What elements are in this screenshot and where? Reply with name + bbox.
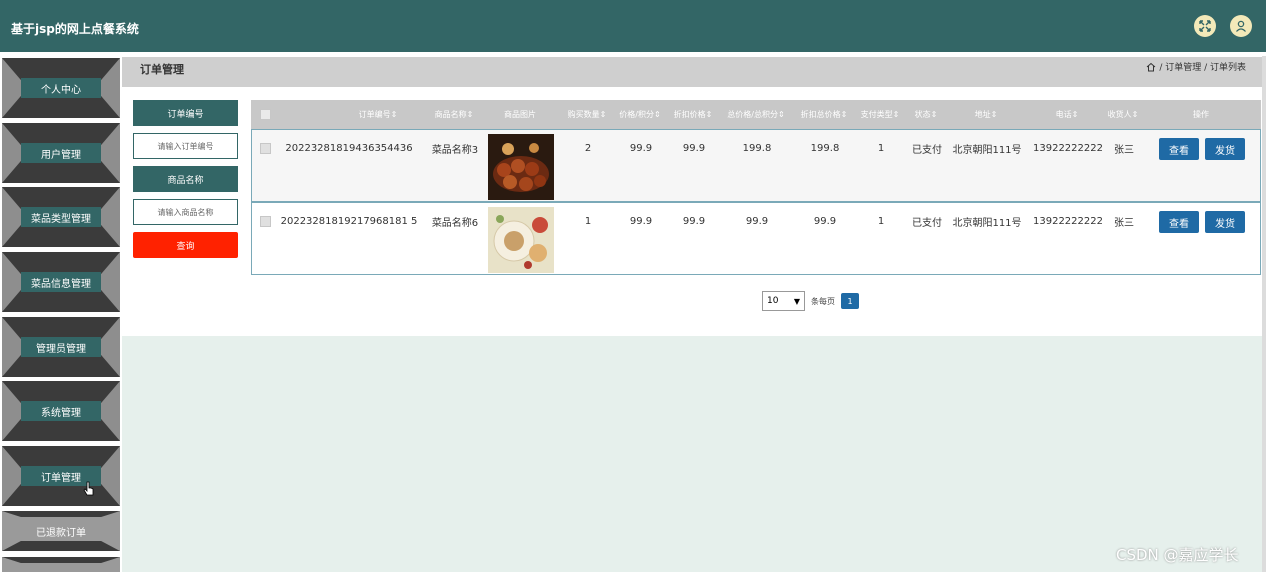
breadcrumb-path[interactable]: / 订单管理 / 订单列表 (1159, 60, 1246, 73)
address-cell: 北京朝阳111号 (952, 217, 1022, 229)
dish-name-cell: 菜品名称6 (431, 217, 479, 229)
breadcrumb: / 订单管理 / 订单列表 (1146, 60, 1246, 73)
pagination: 10 ▼ 条每页 1 (762, 291, 859, 311)
orders-table: 订单编号 ⇕ 商品名称 ⇕ 商品图片 购买数量 ⇕ 价格/积分 ⇕ 折扣价格 ⇕ 总价格/… (251, 100, 1261, 275)
row-checkbox[interactable] (260, 143, 271, 154)
page-number-button[interactable]: 1 (841, 293, 859, 309)
qty-cell: 1 (584, 215, 592, 227)
search-button[interactable]: 查询 (133, 232, 238, 258)
dish-name-label: 商品名称 (133, 166, 238, 192)
dish-name-cell: 菜品名称3 (431, 144, 479, 156)
order-no-cell: 20223281819436354436 (285, 142, 413, 154)
discount-price-cell: 99.9 (682, 142, 706, 154)
status-cell: 已支付 (912, 144, 942, 156)
row-checkbox[interactable] (260, 216, 271, 227)
sidebar-item-label: 系统管理 (21, 401, 101, 421)
table-row: 20223281819217968181 5 菜品名称6 1 99.9 99.9… (251, 202, 1261, 275)
col-header[interactable]: 支付类型 ⇕ (856, 100, 904, 129)
col-header[interactable]: 地址 ⇕ (951, 100, 1021, 129)
pay-type-cell: 1 (877, 142, 885, 154)
col-header[interactable]: 收货人 ⇕ (1101, 100, 1145, 129)
content-background (122, 336, 1266, 572)
per-page-label: 条每页 (811, 296, 835, 306)
sidebar-item-dish-info-management[interactable]: 菜品信息管理 (2, 252, 120, 312)
pay-type-cell: 1 (877, 215, 885, 227)
col-header: 操作 (1193, 110, 1209, 119)
sidebar-item-order-management[interactable]: 订单管理 (2, 446, 120, 506)
col-header[interactable]: 价格/积分 ⇕ (613, 100, 667, 129)
chevron-down-icon: ▼ (793, 296, 800, 306)
order-no-label: 订单编号 (133, 100, 238, 126)
sidebar-item-system-management[interactable]: 系统管理 (2, 381, 120, 441)
home-icon[interactable] (1146, 62, 1156, 72)
col-header[interactable]: 购买数量 ⇕ (561, 100, 613, 129)
phone-cell: 13922222222 (1033, 142, 1103, 154)
app-title: 基于jsp的网上点餐系统 (11, 22, 139, 36)
address-cell: 北京朝阳111号 (952, 144, 1022, 156)
receiver-cell: 张三 (1114, 144, 1134, 156)
sidebar: 个人中心 用户管理 菜品类型管理 菜品信息管理 管理员管理 系统管理 订单管理 … (0, 55, 122, 572)
col-header[interactable]: 电话 ⇕ (1027, 100, 1107, 129)
sidebar-item-refunded-orders[interactable]: 已退款订单 (2, 511, 120, 551)
col-header[interactable]: 折扣价格 ⇕ (667, 100, 719, 129)
discount-price-cell: 99.9 (682, 215, 706, 227)
sidebar-item-more[interactable] (2, 557, 120, 572)
discount-total-cell: 199.8 (810, 142, 840, 154)
price-cell: 99.9 (629, 142, 653, 154)
receiver-cell: 张三 (1114, 217, 1134, 229)
total-cell: 199.8 (742, 142, 772, 154)
discount-total-cell: 99.9 (813, 215, 837, 227)
watermark: CSDN @嘉应学长 (1116, 546, 1239, 564)
ship-button[interactable]: 发货 (1205, 211, 1245, 233)
order-no-cell: 20223281819217968181 5 (280, 215, 418, 227)
col-header[interactable]: 折扣总价格 ⇕ (795, 100, 853, 129)
col-header[interactable]: 商品名称 ⇕ (419, 100, 489, 129)
page-size-select[interactable]: 10 ▼ (762, 291, 805, 311)
price-cell: 99.9 (629, 215, 653, 227)
qty-cell: 2 (584, 142, 592, 154)
sidebar-item-label: 个人中心 (21, 78, 101, 98)
table-header: 订单编号 ⇕ 商品名称 ⇕ 商品图片 购买数量 ⇕ 价格/积分 ⇕ 折扣价格 ⇕ 总价格/… (251, 100, 1261, 129)
user-avatar-icon[interactable] (1230, 15, 1252, 37)
phone-cell: 13922222222 (1033, 215, 1103, 227)
select-all-checkbox[interactable] (260, 109, 271, 120)
col-header[interactable]: 总价格/总积分 ⇕ (721, 100, 791, 129)
sidebar-item-personal-center[interactable]: 个人中心 (2, 58, 120, 118)
sidebar-item-user-management[interactable]: 用户管理 (2, 123, 120, 183)
scrollbar[interactable] (1262, 56, 1266, 572)
dish-image (488, 134, 554, 200)
dish-name-input[interactable] (133, 199, 238, 225)
sidebar-item-dish-type-management[interactable]: 菜品类型管理 (2, 187, 120, 247)
col-header: 商品图片 (504, 110, 536, 119)
status-cell: 已支付 (912, 217, 942, 229)
view-button[interactable]: 查看 (1159, 211, 1199, 233)
table-row: 20223281819436354436 菜品名称3 2 99.9 99.9 1… (251, 129, 1261, 202)
fullscreen-icon[interactable] (1194, 15, 1216, 37)
sidebar-item-label: 管理员管理 (21, 337, 101, 357)
page-title: 订单管理 (140, 63, 184, 76)
view-button[interactable]: 查看 (1159, 138, 1199, 160)
top-header: 基于jsp的网上点餐系统 (0, 0, 1266, 52)
ship-button[interactable]: 发货 (1205, 138, 1245, 160)
dish-image (488, 207, 554, 273)
breadcrumb-bar: 订单管理 / 订单管理 / 订单列表 (122, 57, 1266, 87)
mouse-cursor-icon (83, 481, 95, 497)
sidebar-item-label: 菜品信息管理 (21, 272, 101, 292)
total-cell: 99.9 (745, 215, 769, 227)
order-no-input[interactable] (133, 133, 238, 159)
sidebar-item-label: 用户管理 (21, 143, 101, 163)
sidebar-item-label: 菜品类型管理 (21, 207, 101, 227)
sidebar-item-label: 已退款订单 (36, 527, 86, 539)
sidebar-item-admin-management[interactable]: 管理员管理 (2, 317, 120, 377)
col-header[interactable]: 状态 ⇕ (906, 100, 946, 129)
